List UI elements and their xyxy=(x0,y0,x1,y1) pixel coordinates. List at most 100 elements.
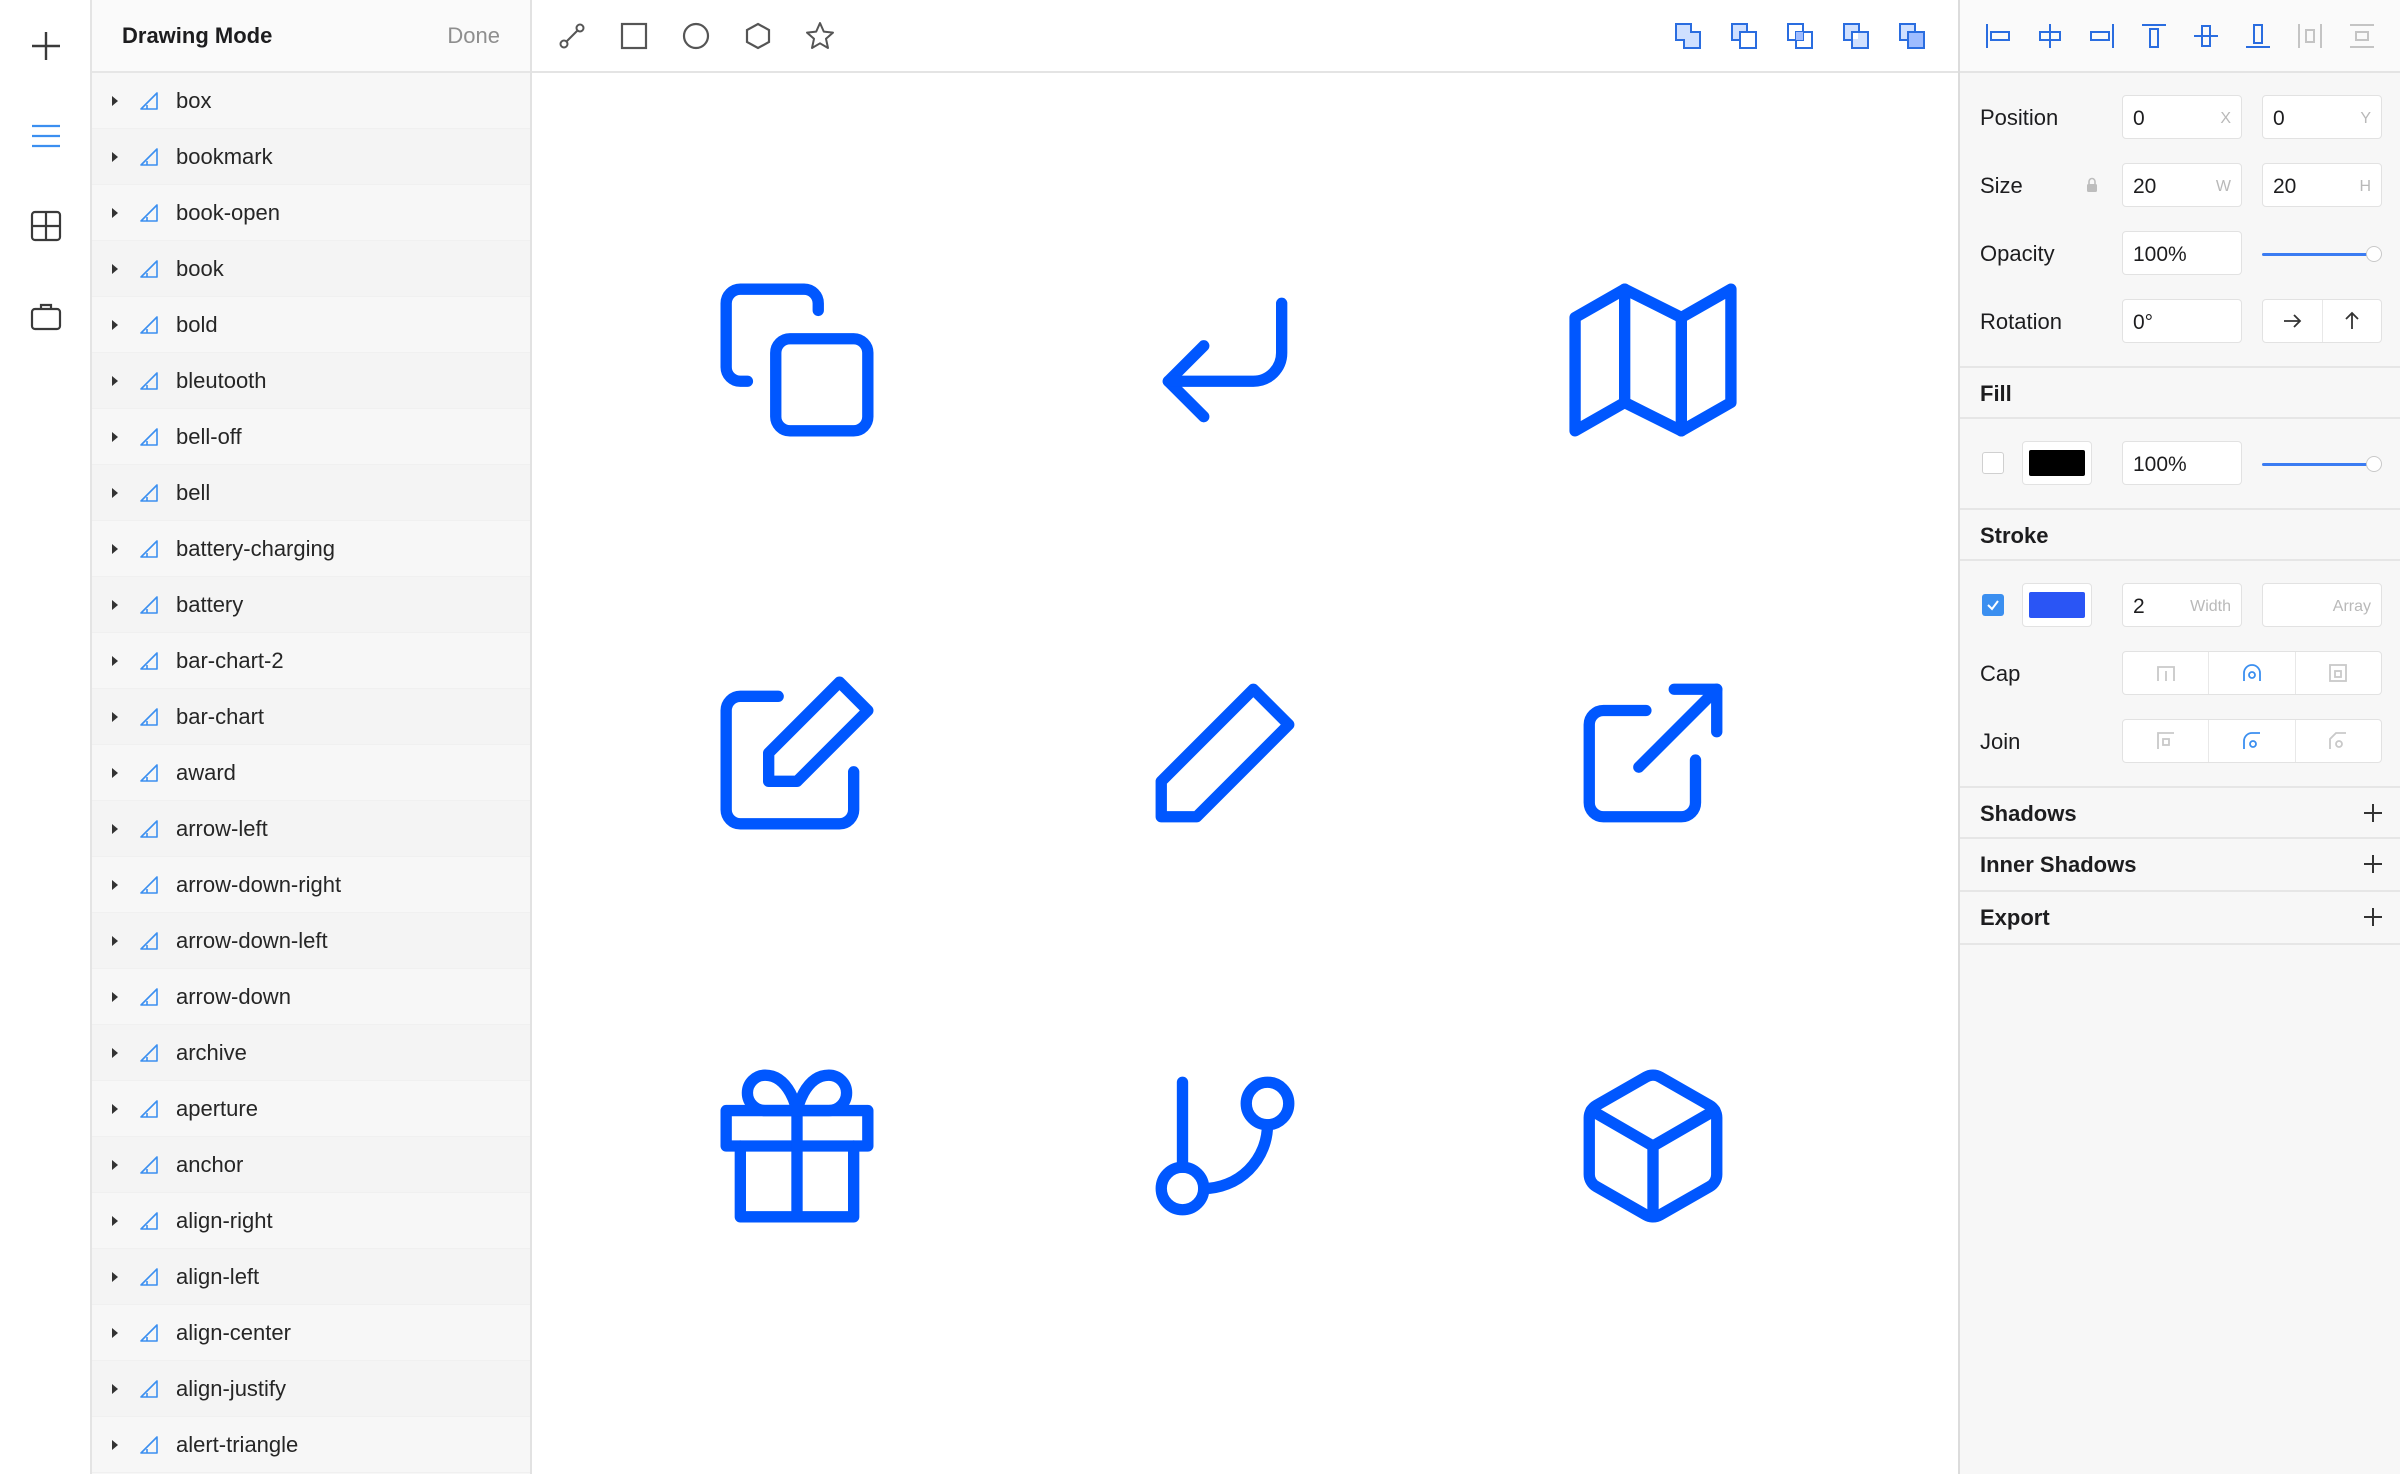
layer-row[interactable]: align-left xyxy=(92,1249,530,1305)
oval-icon[interactable] xyxy=(678,18,714,54)
position-y-field[interactable]: 0 Y xyxy=(2262,95,2382,139)
position-x-field[interactable]: 0 X xyxy=(2122,95,2242,139)
disclosure-triangle-icon[interactable] xyxy=(112,1047,118,1058)
fill-opacity-field[interactable]: 100% xyxy=(2122,441,2242,485)
export-section-header[interactable]: Export xyxy=(1960,892,2400,945)
disclosure-triangle-icon[interactable] xyxy=(112,1159,118,1170)
layer-row[interactable]: anchor xyxy=(92,1137,530,1193)
layer-row[interactable]: align-right xyxy=(92,1193,530,1249)
layer-row[interactable]: aperture xyxy=(92,1081,530,1137)
layer-row[interactable]: arrow-down-left xyxy=(92,913,530,969)
stroke-checkbox[interactable] xyxy=(1982,594,2004,616)
disclosure-triangle-icon[interactable] xyxy=(112,1383,118,1394)
disclosure-triangle-icon[interactable] xyxy=(112,1271,118,1282)
layer-row[interactable]: box xyxy=(92,73,530,129)
artboard[interactable] xyxy=(532,73,1958,1474)
square-cap-icon[interactable] xyxy=(2296,652,2381,694)
disclosure-triangle-icon[interactable] xyxy=(112,431,118,442)
align-top-edge-icon[interactable] xyxy=(2136,18,2172,54)
inner-shadows-section-header[interactable]: Inner Shadows xyxy=(1960,839,2400,892)
disclosure-triangle-icon[interactable] xyxy=(112,767,118,778)
intersect-icon[interactable] xyxy=(1782,18,1818,54)
opacity-slider-knob[interactable] xyxy=(2366,246,2382,262)
align-left-edge-icon[interactable] xyxy=(1980,18,2016,54)
layer-row[interactable]: align-center xyxy=(92,1305,530,1361)
add-export-icon[interactable] xyxy=(2358,902,2388,932)
fill-color-well[interactable] xyxy=(2022,441,2092,485)
fill-opacity-slider[interactable] xyxy=(2262,454,2382,474)
disclosure-triangle-icon[interactable] xyxy=(112,711,118,722)
edit-2-icon[interactable] xyxy=(1140,668,1310,838)
layer-row[interactable]: book xyxy=(92,241,530,297)
layer-row[interactable]: battery-charging xyxy=(92,521,530,577)
bevel-join-icon[interactable] xyxy=(2296,720,2381,762)
stroke-array-field[interactable]: Array xyxy=(2262,583,2382,627)
fill-checkbox[interactable] xyxy=(1982,452,2004,474)
pen-tool-icon[interactable] xyxy=(554,18,590,54)
miter-join-icon[interactable] xyxy=(2123,720,2210,762)
grid-icon[interactable] xyxy=(22,202,70,250)
flip-vertical-icon[interactable] xyxy=(2323,300,2382,342)
butt-cap-icon[interactable] xyxy=(2123,652,2210,694)
disclosure-triangle-icon[interactable] xyxy=(112,879,118,890)
disclosure-triangle-icon[interactable] xyxy=(112,935,118,946)
disclosure-triangle-icon[interactable] xyxy=(112,599,118,610)
layer-row[interactable]: arrow-down-right xyxy=(92,857,530,913)
union-icon[interactable] xyxy=(1670,18,1706,54)
flatten-icon[interactable] xyxy=(1894,18,1930,54)
layer-row[interactable]: book-open xyxy=(92,185,530,241)
size-width-field[interactable]: 20 W xyxy=(2122,163,2242,207)
disclosure-triangle-icon[interactable] xyxy=(112,655,118,666)
gift-icon[interactable] xyxy=(712,1061,882,1231)
round-join-icon[interactable] xyxy=(2209,720,2296,762)
map-icon[interactable] xyxy=(1568,275,1738,445)
corner-down-left-icon[interactable] xyxy=(1140,275,1310,445)
add-shadow-icon[interactable] xyxy=(2358,798,2388,828)
layer-row[interactable]: archive xyxy=(92,1025,530,1081)
layer-row[interactable]: bleutooth xyxy=(92,353,530,409)
add-inner-shadow-icon[interactable] xyxy=(2358,849,2388,879)
stroke-section-header[interactable]: Stroke xyxy=(1960,508,2400,561)
align-vertical-center-icon[interactable] xyxy=(2188,18,2224,54)
disclosure-triangle-icon[interactable] xyxy=(112,151,118,162)
stroke-color-well[interactable] xyxy=(2022,583,2092,627)
stroke-width-field[interactable]: 2 Width xyxy=(2122,583,2242,627)
size-height-field[interactable]: 20 H xyxy=(2262,163,2382,207)
layer-row[interactable]: bar-chart-2 xyxy=(92,633,530,689)
subtract-icon[interactable] xyxy=(1726,18,1762,54)
disclosure-triangle-icon[interactable] xyxy=(112,487,118,498)
layer-row[interactable]: bar-chart xyxy=(92,689,530,745)
opacity-slider[interactable] xyxy=(2262,244,2382,264)
disclosure-triangle-icon[interactable] xyxy=(112,543,118,554)
git-branch-icon[interactable] xyxy=(1140,1061,1310,1231)
difference-icon[interactable] xyxy=(1838,18,1874,54)
layer-row[interactable]: align-justify xyxy=(92,1361,530,1417)
copy-icon[interactable] xyxy=(712,275,882,445)
flip-horizontal-icon[interactable] xyxy=(2263,300,2323,342)
lock-icon[interactable] xyxy=(2084,176,2100,194)
align-bottom-edge-icon[interactable] xyxy=(2240,18,2276,54)
external-link-icon[interactable] xyxy=(1568,668,1738,838)
disclosure-triangle-icon[interactable] xyxy=(112,991,118,1002)
disclosure-triangle-icon[interactable] xyxy=(112,207,118,218)
align-horizontal-center-icon[interactable] xyxy=(2032,18,2068,54)
edit-icon[interactable] xyxy=(712,668,882,838)
disclosure-triangle-icon[interactable] xyxy=(112,823,118,834)
layer-row[interactable]: bell-off xyxy=(92,409,530,465)
layer-row[interactable]: bookmark xyxy=(92,129,530,185)
round-cap-icon[interactable] xyxy=(2209,652,2296,694)
disclosure-triangle-icon[interactable] xyxy=(112,95,118,106)
disclosure-triangle-icon[interactable] xyxy=(112,1439,118,1450)
layer-row[interactable]: bold xyxy=(92,297,530,353)
align-right-edge-icon[interactable] xyxy=(2084,18,2120,54)
layer-row[interactable]: award xyxy=(92,745,530,801)
fill-section-header[interactable]: Fill xyxy=(1960,366,2400,419)
layer-row[interactable]: arrow-down xyxy=(92,969,530,1025)
layer-row[interactable]: battery xyxy=(92,577,530,633)
rotation-field[interactable]: 0° xyxy=(2122,299,2242,343)
menu-icon[interactable] xyxy=(22,112,70,160)
layer-row[interactable]: arrow-left xyxy=(92,801,530,857)
box-icon[interactable] xyxy=(1568,1061,1738,1231)
disclosure-triangle-icon[interactable] xyxy=(112,1215,118,1226)
polygon-icon[interactable] xyxy=(740,18,776,54)
